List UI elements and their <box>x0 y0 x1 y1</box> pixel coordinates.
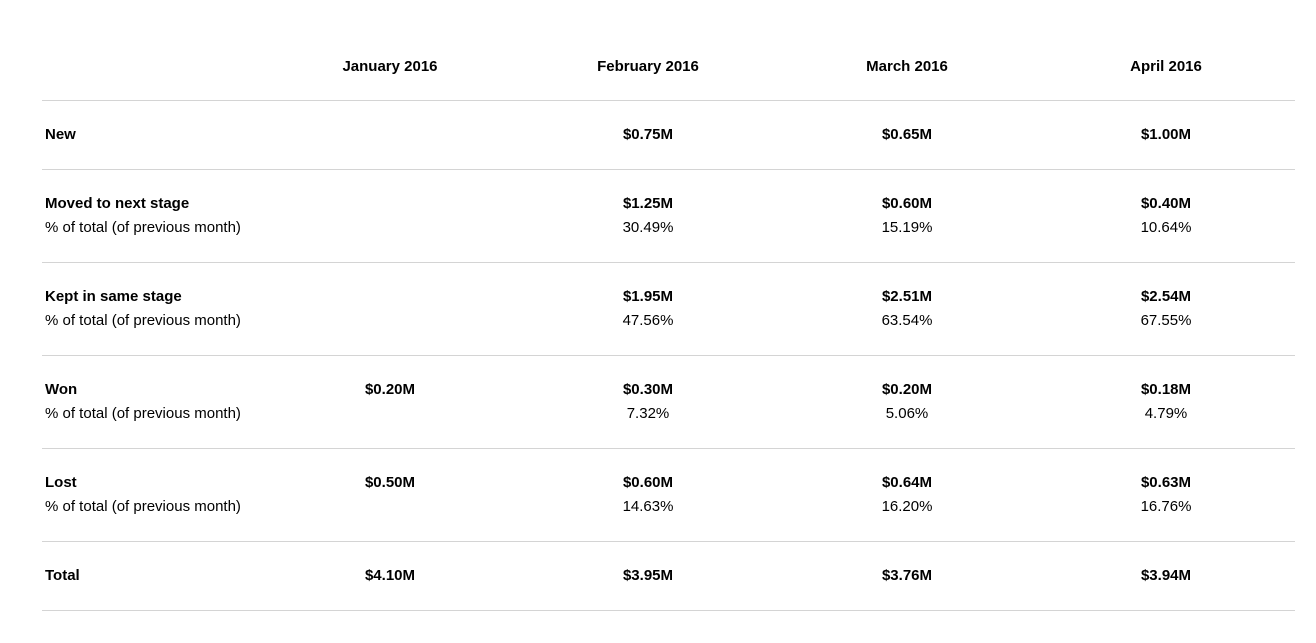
value-cell: $0.60M 14.63% <box>568 471 728 519</box>
value-percent: 30.49% <box>622 219 674 236</box>
value-amount: $0.60M <box>881 195 933 212</box>
value-cell: $3.95M <box>568 564 728 588</box>
table-row-won: Won % of total (of previous month) $0.20… <box>42 356 1295 449</box>
value-cell: $2.51M 63.54% <box>827 285 987 333</box>
value-percent: 16.20% <box>881 498 933 515</box>
row-label: New <box>45 126 76 143</box>
row-label: Total <box>45 567 80 584</box>
value-cell: $1.25M 30.49% <box>568 192 728 240</box>
row-sublabel: % of total (of previous month) <box>45 405 241 422</box>
value-cell: $3.76M <box>827 564 987 588</box>
value-amount: $3.94M <box>1140 567 1192 584</box>
value-cell: $0.64M 16.20% <box>827 471 987 519</box>
value-cell: $0.63M 16.76% <box>1086 471 1246 519</box>
row-label: Won <box>45 381 78 398</box>
row-label-cell: Total <box>45 564 80 588</box>
pipeline-table: January 2016 February 2016 March 2016 Ap… <box>42 0 1295 611</box>
row-label-cell: Moved to next stage % of total (of previ… <box>45 192 241 240</box>
table-row-lost: Lost % of total (of previous month) $0.5… <box>42 449 1295 542</box>
row-label: Kept in same stage <box>45 288 182 305</box>
table-header-row: January 2016 February 2016 March 2016 Ap… <box>42 0 1295 101</box>
value-amount: $0.20M <box>881 381 933 398</box>
value-percent: 7.32% <box>626 405 670 422</box>
table-row-kept-in-same-stage: Kept in same stage % of total (of previo… <box>42 263 1295 356</box>
value-amount: $2.54M <box>1140 288 1192 305</box>
value-cell: $0.65M <box>827 123 987 147</box>
value-percent: 67.55% <box>1140 312 1192 329</box>
value-amount: $0.50M <box>364 474 416 491</box>
value-amount: $2.51M <box>881 288 933 305</box>
table-row-new: New $0.75M $0.65M $1.00M <box>42 101 1295 170</box>
column-header-january-2016: January 2016 <box>342 58 438 75</box>
value-percent: 14.63% <box>622 498 674 515</box>
row-label-cell: Won % of total (of previous month) <box>45 378 241 426</box>
column-header-april-2016: April 2016 <box>1130 58 1202 75</box>
value-cell: $0.40M 10.64% <box>1086 192 1246 240</box>
value-amount: $1.95M <box>622 288 674 305</box>
value-amount: $0.60M <box>622 474 674 491</box>
value-percent: 10.64% <box>1140 219 1192 236</box>
row-sublabel: % of total (of previous month) <box>45 312 241 329</box>
value-cell: $0.50M <box>310 471 470 495</box>
value-cell: $1.00M <box>1086 123 1246 147</box>
value-percent: 4.79% <box>1144 405 1188 422</box>
value-amount: $0.18M <box>1140 381 1192 398</box>
table-row-moved-to-next-stage: Moved to next stage % of total (of previ… <box>42 170 1295 263</box>
value-amount: $1.25M <box>622 195 674 212</box>
value-percent: 5.06% <box>885 405 929 422</box>
value-amount: $0.75M <box>622 126 674 143</box>
value-cell: $1.95M 47.56% <box>568 285 728 333</box>
value-amount: $0.20M <box>364 381 416 398</box>
value-cell: $0.20M 5.06% <box>827 378 987 426</box>
value-percent: 15.19% <box>881 219 933 236</box>
row-label-cell: Kept in same stage % of total (of previo… <box>45 285 241 333</box>
value-amount: $3.95M <box>622 567 674 584</box>
value-cell: $3.94M <box>1086 564 1246 588</box>
row-label: Lost <box>45 474 77 491</box>
value-amount: $0.30M <box>622 381 674 398</box>
row-sublabel: % of total (of previous month) <box>45 219 241 236</box>
row-label-cell: Lost % of total (of previous month) <box>45 471 241 519</box>
value-amount: $0.64M <box>881 474 933 491</box>
value-cell: $0.30M 7.32% <box>568 378 728 426</box>
value-cell: $0.75M <box>568 123 728 147</box>
value-cell: $0.60M 15.19% <box>827 192 987 240</box>
row-sublabel: % of total (of previous month) <box>45 498 241 515</box>
row-label-cell: New <box>45 123 76 147</box>
value-percent: 47.56% <box>622 312 674 329</box>
value-percent: 16.76% <box>1140 498 1192 515</box>
table-row-total: Total $4.10M $3.95M $3.76M $3.94M <box>42 542 1295 611</box>
value-amount: $4.10M <box>364 567 416 584</box>
value-amount: $0.65M <box>881 126 933 143</box>
value-percent: 63.54% <box>881 312 933 329</box>
value-amount: $1.00M <box>1140 126 1192 143</box>
row-label: Moved to next stage <box>45 195 190 212</box>
value-cell: $4.10M <box>310 564 470 588</box>
column-header-march-2016: March 2016 <box>866 58 948 75</box>
value-cell: $0.18M 4.79% <box>1086 378 1246 426</box>
value-cell: $0.20M <box>310 378 470 402</box>
value-amount: $0.40M <box>1140 195 1192 212</box>
value-cell: $2.54M 67.55% <box>1086 285 1246 333</box>
value-amount: $0.63M <box>1140 474 1192 491</box>
column-header-february-2016: February 2016 <box>597 58 699 75</box>
value-amount: $3.76M <box>881 567 933 584</box>
